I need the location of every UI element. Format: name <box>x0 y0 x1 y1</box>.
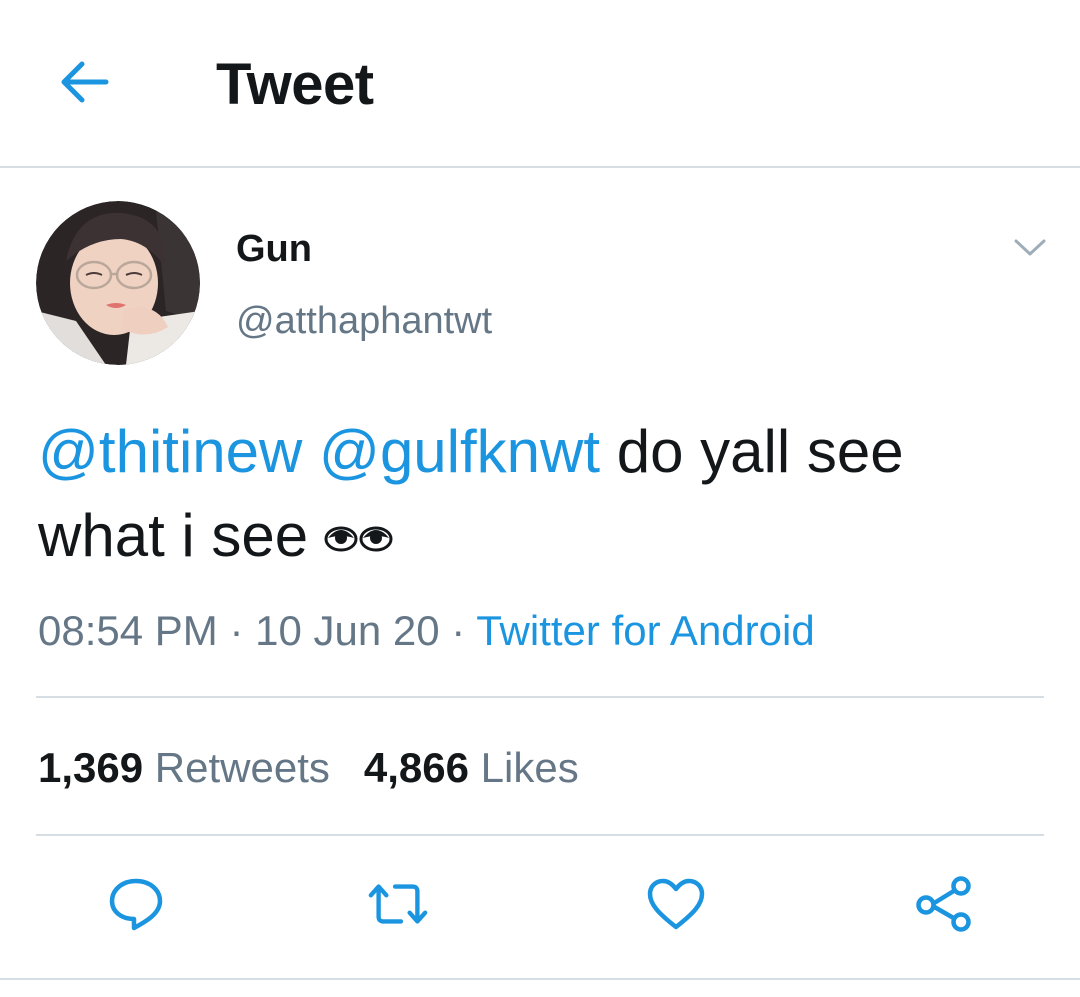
likes-count: 4,866 <box>363 744 469 791</box>
retweet-icon <box>368 884 428 924</box>
mention-link[interactable]: @gulfknwt <box>319 418 600 485</box>
share-icon <box>916 876 971 932</box>
tweet-text-part: do yall see <box>616 418 904 485</box>
retweets-label: Retweets <box>154 744 330 791</box>
share-button[interactable] <box>912 872 976 936</box>
tweet-stats: 1,369 Retweets 4,866 Likes <box>38 740 613 796</box>
top-app-bar: Tweet <box>0 0 1080 168</box>
like-icon <box>647 878 705 930</box>
avatar[interactable] <box>36 201 200 365</box>
back-button[interactable] <box>52 50 116 114</box>
author-handle[interactable]: @atthaphantwt <box>236 296 492 346</box>
arrow-left-icon <box>61 61 109 103</box>
eyes-emoji <box>324 490 394 574</box>
tweet-meta: 08:54 PM · 10 Jun 20 · Twitter for Andro… <box>38 603 815 659</box>
tweet-date: 10 Jun 20 <box>255 607 440 654</box>
retweets-count: 1,369 <box>38 744 144 791</box>
retweet-button[interactable] <box>366 872 430 936</box>
reply-icon <box>109 878 163 931</box>
tweet-text: @thitinew @gulfknwt do yall see what i se… <box>38 410 1048 582</box>
tweet-time: 08:54 PM <box>38 607 218 654</box>
divider <box>36 696 1044 698</box>
avatar-photo <box>36 201 200 365</box>
tweet-source-link[interactable]: Twitter for Android <box>476 607 814 654</box>
reply-button[interactable] <box>104 872 168 936</box>
mention-link[interactable]: @thitinew <box>38 418 302 485</box>
retweets-stat[interactable]: 1,369 Retweets <box>38 740 330 796</box>
bottom-divider <box>0 978 1080 980</box>
more-options-button[interactable] <box>1006 224 1054 272</box>
meta-separator: · <box>451 607 466 654</box>
chevron-down-icon <box>1014 239 1046 256</box>
author-name[interactable]: Gun <box>236 224 312 274</box>
divider <box>36 834 1044 836</box>
meta-separator: · <box>229 607 244 654</box>
page-title: Tweet <box>216 52 374 117</box>
tweet-text-part: what i see <box>38 502 309 569</box>
likes-stat[interactable]: 4,866 Likes <box>364 740 579 796</box>
likes-label: Likes <box>480 744 579 791</box>
like-button[interactable] <box>644 872 708 936</box>
